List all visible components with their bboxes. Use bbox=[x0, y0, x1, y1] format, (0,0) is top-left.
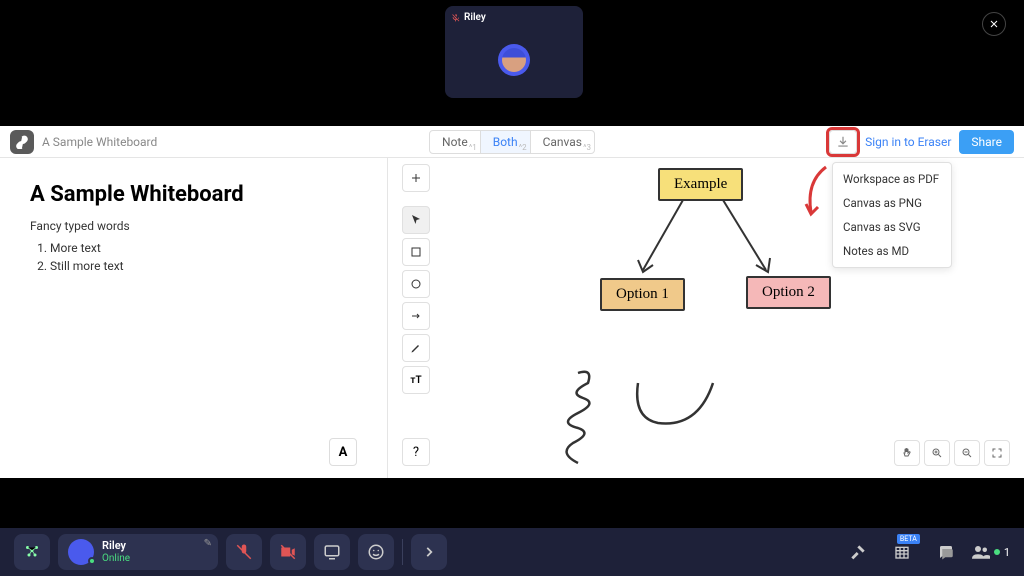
expand-button[interactable] bbox=[411, 534, 447, 570]
text-tool[interactable]: тT bbox=[402, 366, 430, 394]
circle-icon bbox=[410, 278, 422, 290]
close-button[interactable] bbox=[982, 12, 1006, 36]
diagram-node-example[interactable]: Example bbox=[658, 168, 743, 201]
pencil-icon bbox=[410, 342, 422, 354]
zoom-out-icon bbox=[961, 447, 973, 459]
view-switcher: Note^1 Both^2 Canvas^3 bbox=[429, 130, 595, 154]
arrow-tool[interactable] bbox=[402, 302, 430, 330]
download-button[interactable] bbox=[829, 130, 857, 154]
tab-canvas[interactable]: Canvas^3 bbox=[531, 131, 594, 153]
apps-button[interactable] bbox=[14, 534, 50, 570]
plus-icon bbox=[410, 172, 422, 184]
document-title[interactable]: A Sample Whiteboard bbox=[42, 135, 157, 149]
screenshare-button[interactable] bbox=[314, 534, 350, 570]
link-icon bbox=[15, 135, 29, 149]
user-name: Riley bbox=[102, 540, 130, 552]
people-icon bbox=[972, 545, 990, 559]
edit-icon[interactable]: ✎ bbox=[204, 538, 212, 549]
arrow-icon bbox=[410, 310, 422, 322]
diagram-node-option1[interactable]: Option 1 bbox=[600, 278, 685, 311]
list-item[interactable]: More text bbox=[50, 241, 357, 255]
diagram-node-option2[interactable]: Option 2 bbox=[746, 276, 831, 309]
canvas-toolbar: тT bbox=[402, 164, 430, 394]
rectangle-tool[interactable] bbox=[402, 238, 430, 266]
export-pdf[interactable]: Workspace as PDF bbox=[833, 167, 951, 191]
tools-button[interactable] bbox=[840, 534, 876, 570]
chevron-right-icon bbox=[422, 545, 436, 559]
signin-link[interactable]: Sign in to Eraser bbox=[865, 135, 951, 149]
calendar-icon bbox=[894, 544, 910, 560]
user-status: Online bbox=[102, 553, 130, 564]
export-svg[interactable]: Canvas as SVG bbox=[833, 215, 951, 239]
square-icon bbox=[410, 246, 422, 258]
participants-button[interactable]: 1 bbox=[972, 545, 1010, 559]
avatar bbox=[498, 44, 530, 76]
text-format-button[interactable]: A bbox=[329, 438, 357, 466]
mic-off-icon bbox=[235, 543, 253, 561]
add-tool[interactable] bbox=[402, 164, 430, 192]
notes-panel: A Sample Whiteboard Fancy typed words Mo… bbox=[0, 158, 388, 478]
list-item[interactable]: Still more text bbox=[50, 259, 357, 273]
app-logo[interactable] bbox=[10, 130, 34, 154]
help-button[interactable]: ? bbox=[402, 438, 430, 466]
highlight-annotation bbox=[826, 127, 860, 157]
select-tool[interactable] bbox=[402, 206, 430, 234]
avatar bbox=[68, 539, 94, 565]
pen-tool[interactable] bbox=[402, 334, 430, 362]
app-header: A Sample Whiteboard Note^1 Both^2 Canvas… bbox=[0, 126, 1024, 158]
screen-icon bbox=[323, 543, 341, 561]
fullscreen-icon bbox=[991, 447, 1003, 459]
annotation-arrow bbox=[796, 162, 836, 222]
circle-tool[interactable] bbox=[402, 270, 430, 298]
notes-title[interactable]: A Sample Whiteboard bbox=[30, 182, 357, 207]
export-md[interactable]: Notes as MD bbox=[833, 239, 951, 263]
meeting-bar: Riley Online ✎ BETA 1 bbox=[0, 528, 1024, 576]
tab-both[interactable]: Both^2 bbox=[481, 131, 531, 153]
fullscreen-button[interactable] bbox=[984, 440, 1010, 466]
zoom-in-icon bbox=[931, 447, 943, 459]
hand-icon bbox=[901, 447, 913, 459]
share-button[interactable]: Share bbox=[959, 130, 1014, 154]
calendar-button[interactable]: BETA bbox=[884, 534, 920, 570]
user-pill[interactable]: Riley Online ✎ bbox=[58, 534, 218, 570]
participant-tile[interactable]: Riley bbox=[445, 6, 583, 98]
hammer-icon bbox=[850, 544, 866, 560]
pan-button[interactable] bbox=[894, 440, 920, 466]
emoji-button[interactable] bbox=[358, 534, 394, 570]
smile-icon bbox=[367, 543, 385, 561]
mute-button[interactable] bbox=[226, 534, 262, 570]
chat-button[interactable] bbox=[928, 534, 964, 570]
pointer-icon bbox=[410, 214, 422, 226]
beta-badge: BETA bbox=[897, 534, 920, 544]
apps-icon bbox=[23, 543, 41, 561]
zoom-out-button[interactable] bbox=[954, 440, 980, 466]
zoom-in-button[interactable] bbox=[924, 440, 950, 466]
close-icon bbox=[988, 18, 1000, 30]
participant-name: Riley bbox=[464, 12, 486, 23]
tab-note[interactable]: Note^1 bbox=[430, 131, 481, 153]
export-menu: Workspace as PDF Canvas as PNG Canvas as… bbox=[832, 162, 952, 268]
chat-icon bbox=[937, 543, 955, 561]
notes-subtitle[interactable]: Fancy typed words bbox=[30, 219, 357, 233]
video-off-icon bbox=[279, 543, 297, 561]
freehand-drawing[interactable] bbox=[548, 368, 728, 478]
diagram-arrow[interactable] bbox=[708, 200, 788, 278]
video-button[interactable] bbox=[270, 534, 306, 570]
diagram-arrow[interactable] bbox=[628, 200, 708, 278]
mic-muted-icon bbox=[451, 13, 461, 23]
export-png[interactable]: Canvas as PNG bbox=[833, 191, 951, 215]
notes-list[interactable]: More text Still more text bbox=[30, 241, 357, 273]
